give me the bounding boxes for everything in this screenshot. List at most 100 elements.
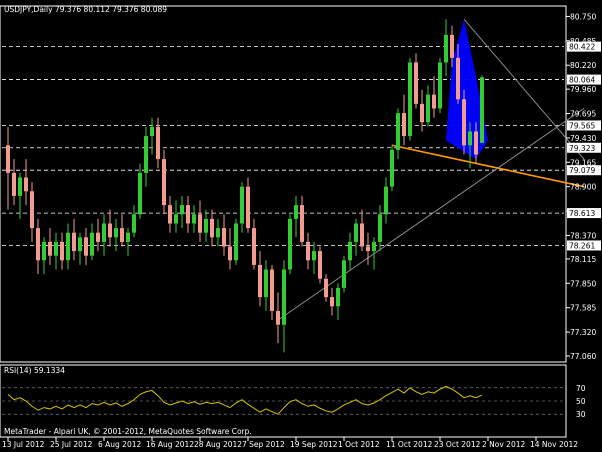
candle-body-bear [360,223,364,247]
candle-body-bear [324,278,328,298]
candle-body-bull [384,186,388,215]
level-label: 78.261 [569,241,595,250]
time-tick-label: 1 Oct 2012 [338,440,380,449]
candle-body-bear [156,126,160,160]
candle-body-bear [168,205,172,224]
candle-body-bull [294,205,298,219]
candle-body-bear [210,218,214,238]
time-tick-label: 16 Aug 2012 [146,440,194,449]
candle-body-bear [414,62,418,104]
candle-body-bear [96,232,100,242]
candle-body-bear [330,297,334,307]
candle-body-bear [300,205,304,242]
candle-body-bear [30,191,34,229]
candle-body-bear [420,103,424,123]
candle-body-bull [78,237,82,252]
time-tick-label: 11 Oct 2012 [386,440,433,449]
price-tick-label: 79.430 [570,134,596,143]
level-label: 80.422 [569,43,595,52]
time-tick-label: 19 Sep 2012 [290,440,338,449]
candle-body-bear [456,57,460,100]
candle-body-bull [144,136,148,173]
rsi-tick-label: 50 [576,397,586,406]
candle-body-bull [204,218,208,233]
price-tick-label: 77.585 [570,304,596,313]
candle-body-bull [336,287,340,307]
price-tick-label: 78.115 [570,255,596,264]
candle-body-bull [126,232,130,242]
candle-body-bear [318,251,322,279]
price-tick-label: 77.850 [570,279,596,288]
time-tick-label: 7 Sep 2012 [242,440,285,449]
candle-body-bear [246,186,250,229]
candle-body-bull [42,241,46,261]
time-tick-label: 25 Jul 2012 [50,440,93,449]
candle-body-bull [174,214,178,224]
candle-body-bull [132,214,136,233]
price-axis: 80.75080.48580.22079.96079.69579.43079.1… [566,12,601,361]
candle-body-bull [438,62,442,109]
candle-body-bear [402,113,406,137]
candle-body-bear [258,264,262,298]
mt4-chart-window[interactable]: 80.75080.48580.22079.96079.69579.43079.1… [0,0,602,452]
candle-body-bear [72,232,76,252]
candle-body-bear [276,310,280,325]
candle-body-bear [12,172,16,196]
rsi-tick-label: 70 [576,384,586,393]
level-label: 80.064 [569,76,595,85]
candle-body-bear [228,246,232,261]
candle-body-bear [120,228,124,242]
time-tick-label: 13 Jul 2012 [2,440,45,449]
rsi-tick-label: 30 [576,410,586,419]
candle-body-bear [270,269,274,311]
candle-body-bull [180,205,184,215]
level-label: 79.323 [569,144,595,153]
price-tick-label: 80.750 [570,12,596,21]
candle-body-bull [468,131,472,146]
candle-body-bull [66,232,70,261]
candle-body-bull [396,113,400,150]
candle-body-bull [54,241,58,256]
price-tick-label: 77.060 [570,352,596,361]
candle-body-bear [24,177,28,192]
level-label: 78.613 [569,209,595,218]
candle-body-bull [426,94,430,123]
level-label: 79.565 [569,121,595,130]
chart-title: USDJPY,Daily 79.376 80.112 79.376 80.089 [4,5,167,14]
candle-body-bull [264,269,268,298]
time-tick-label: 14 Nov 2012 [530,440,578,449]
candle-body-bear [474,131,478,155]
candle-body-bull [342,260,346,288]
candle-body-bear [450,34,454,58]
candle-body-bear [432,94,436,109]
candle-body-bull [138,172,142,215]
candle-body-bull [234,223,238,261]
candle-body-bear [366,246,370,252]
price-tick-label: 78.900 [570,183,596,192]
candle-body-bull [480,77,484,143]
time-tick-label: 28 Aug 2012 [194,440,242,449]
time-tick-label: 2 Nov 2012 [482,440,525,449]
candle-body-bear [198,214,202,233]
candle-body-bull [282,269,286,325]
watermark: MetaTrader - Alpari UK, © 2001-2012, Met… [4,427,252,436]
candle-body-bull [114,228,118,238]
time-tick-label: 23 Oct 2012 [434,440,481,449]
candle-body-bull [348,241,352,261]
candle-body-bear [60,241,64,261]
level-label: 79.079 [569,166,595,175]
candle-body-bull [216,228,220,238]
candle-body-bull [444,34,448,63]
candle-body-bear [162,159,166,206]
candle-body-bull [372,241,376,252]
candle-body-bull [240,186,244,224]
candle-body-bull [288,218,292,270]
candle-body-bear [108,223,112,238]
candle-body-bull [354,223,358,242]
candle-body-bear [186,205,190,224]
candle-body-bull [150,126,154,137]
candle-body-bull [408,62,412,137]
price-tick-label: 78.370 [570,231,596,240]
candle-body-bull [390,149,394,187]
candle-body-bull [312,251,316,261]
